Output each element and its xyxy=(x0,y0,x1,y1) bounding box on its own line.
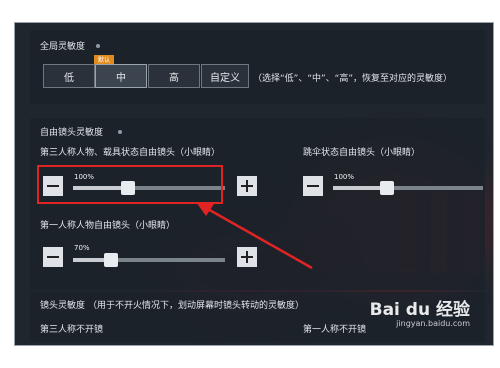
first-person-free-camera-label: 第一人称人物自由镜头（小眼睛） xyxy=(40,221,176,231)
decrease-button[interactable] xyxy=(43,247,63,267)
option-medium[interactable]: 中 xyxy=(95,64,147,88)
slider-fill xyxy=(333,186,387,190)
option-label: 自定义 xyxy=(210,72,240,84)
slider-thumb[interactable] xyxy=(380,181,394,195)
camera-sensitivity-title: 镜头灵敏度 xyxy=(40,301,86,311)
parachute-free-camera-label: 跳伞状态自由镜头（小眼睛） xyxy=(303,148,421,158)
option-label: 低 xyxy=(64,72,74,84)
slider-value: 100% xyxy=(334,173,355,181)
global-sensitivity-title: 全局灵敏度 xyxy=(40,42,86,52)
option-low[interactable]: 低 xyxy=(43,64,95,88)
minus-icon xyxy=(307,185,319,187)
slider-track[interactable] xyxy=(73,258,225,262)
free-camera-title: 自由镜头灵敏度 xyxy=(40,128,104,138)
first-person-no-scope-label: 第一人称不开镜 xyxy=(303,325,367,335)
third-person-no-scope-label: 第三人称不开镜 xyxy=(40,325,104,335)
decrease-button[interactable] xyxy=(303,176,323,196)
slider-track[interactable] xyxy=(333,186,483,190)
third-person-free-camera-label: 第三人称人物、载具状态自由镜头（小眼睛） xyxy=(40,148,221,158)
section-dot-icon xyxy=(96,44,100,48)
slider-thumb[interactable] xyxy=(104,253,118,267)
option-label: 中 xyxy=(116,72,126,84)
camera-sensitivity-hint: （用于不开火情况下，划动屏幕时镜头转动的灵敏度） xyxy=(88,301,305,311)
minus-icon xyxy=(47,256,59,258)
slider-value: 70% xyxy=(74,244,90,252)
option-custom[interactable]: 自定义 xyxy=(201,64,249,88)
section-dot-icon xyxy=(118,130,122,134)
watermark-url: jingyan.baidu.com xyxy=(396,319,470,328)
default-badge: 默认 xyxy=(94,55,114,64)
option-label: 高 xyxy=(169,72,179,84)
option-high[interactable]: 高 xyxy=(148,64,200,88)
increase-button[interactable] xyxy=(237,176,257,196)
increase-button[interactable] xyxy=(237,247,257,267)
baidu-jingyan-watermark: Bai du 经验 xyxy=(369,300,470,320)
global-sensitivity-hint: （选择“低”、“中”、“高”，恢复至对应的灵敏度） xyxy=(253,74,452,84)
